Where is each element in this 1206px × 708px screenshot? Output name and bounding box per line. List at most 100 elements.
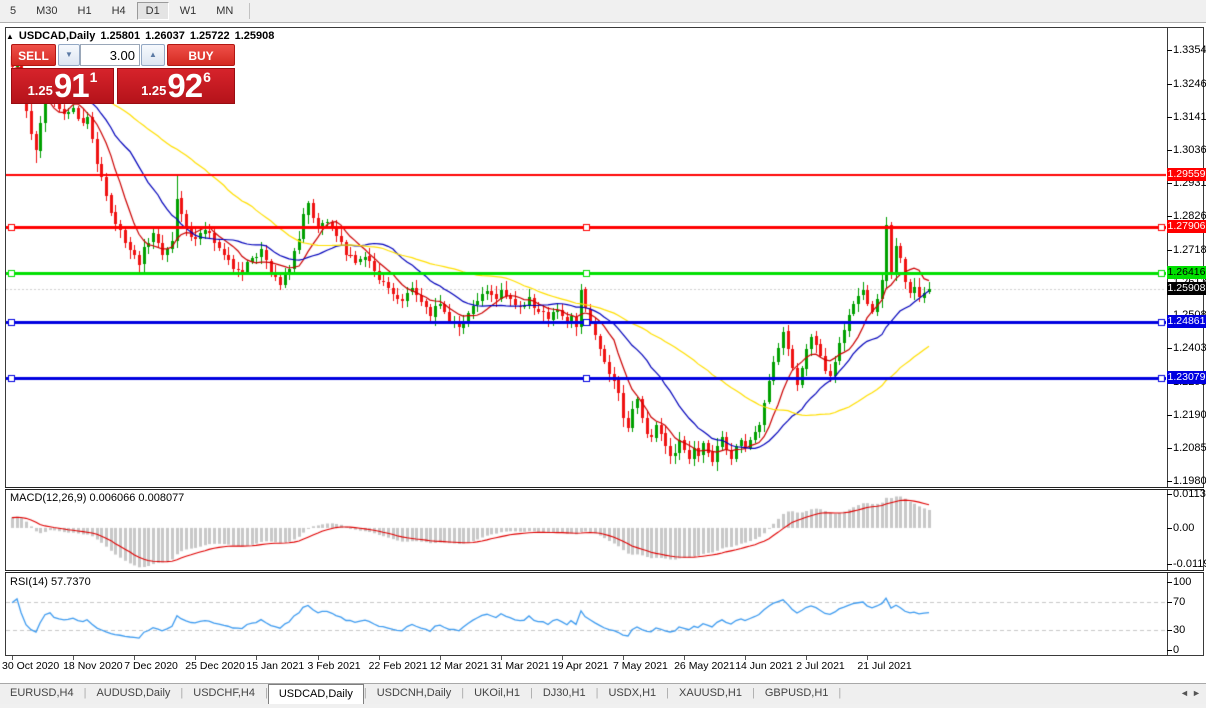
- price-tick-label: 1.21900: [1173, 409, 1206, 421]
- tab-eurusd-h4[interactable]: EURUSD,H4: [0, 684, 84, 705]
- rsi-tick-label: 0: [1173, 644, 1179, 656]
- volume-input[interactable]: [80, 44, 140, 66]
- collapse-one-click-icon[interactable]: ▲: [6, 32, 14, 41]
- price-tick-label: 1.32460: [1173, 78, 1206, 90]
- macd-tick: [1167, 528, 1172, 529]
- time-tick-label: 12 Mar 2021: [430, 660, 489, 672]
- sell-price-pip: 1: [90, 69, 98, 85]
- macd-tick-label: -0.01190: [1173, 558, 1206, 570]
- tab-usdcad-daily[interactable]: USDCAD,Daily: [268, 684, 364, 705]
- macd-tick-label: 0.00: [1173, 522, 1194, 534]
- price-tick: [1167, 50, 1172, 51]
- toolbar-separator: [249, 3, 250, 19]
- rsi-tick: [1167, 650, 1172, 651]
- current-price-badge: 1.25908: [1167, 282, 1206, 295]
- volume-increase-button[interactable]: ▲: [141, 44, 165, 66]
- tab-ukoil-h1[interactable]: UKOil,H1: [464, 684, 530, 705]
- timeframe-button-w1[interactable]: W1: [171, 2, 206, 20]
- tab-dj30-h1[interactable]: DJ30,H1: [533, 684, 596, 705]
- buy-button[interactable]: BUY: [167, 44, 235, 66]
- tab-usdchf-h4[interactable]: USDCHF,H4: [183, 684, 265, 705]
- rsi-tick-label: 100: [1173, 576, 1191, 588]
- price-tick: [1167, 415, 1172, 416]
- time-tick-label: 15 Jan 2021: [246, 660, 304, 672]
- price-tick: [1167, 448, 1172, 449]
- price-tick: [1167, 183, 1172, 184]
- time-tick-label: 7 May 2021: [613, 660, 668, 672]
- ohlc-open: 1.25801: [100, 30, 140, 42]
- price-tick: [1167, 117, 1172, 118]
- tab-separator: |: [838, 684, 841, 705]
- price-level-badge: 1.26416: [1167, 266, 1206, 279]
- terminal-window: 5M30H1H4D1W1MN ▲ USDCAD,Daily 1.25801 1.…: [0, 0, 1206, 708]
- ohlc-low: 1.25722: [190, 30, 230, 42]
- price-tick-label: 1.27180: [1173, 244, 1206, 256]
- tab-usdcnh-daily[interactable]: USDCNH,Daily: [367, 684, 462, 705]
- sell-price-big: 91: [54, 71, 89, 101]
- tab-scroll-right-icon[interactable]: ►: [1192, 689, 1201, 698]
- rsi-label: RSI(14) 57.7370: [10, 576, 91, 588]
- tab-usdx-h1[interactable]: USDX,H1: [598, 684, 666, 705]
- buy-price-big: 92: [167, 71, 202, 101]
- macd-tick: [1167, 494, 1172, 495]
- time-tick-label: 3 Feb 2021: [308, 660, 361, 672]
- volume-decrease-button[interactable]: ▼: [58, 44, 80, 66]
- timeframe-button-h4[interactable]: H4: [103, 2, 135, 20]
- sell-price-prefix: 1.25: [28, 83, 53, 98]
- time-tick-label: 30 Oct 2020: [2, 660, 59, 672]
- buy-price-display[interactable]: 1.25 92 6: [117, 68, 235, 104]
- price-tick-label: 1.24030: [1173, 342, 1206, 354]
- price-tick: [1167, 84, 1172, 85]
- price-tick-label: 1.31410: [1173, 111, 1206, 123]
- time-tick-label: 31 Mar 2021: [491, 660, 550, 672]
- price-tick-label: 1.19800: [1173, 475, 1206, 487]
- price-tick: [1167, 348, 1172, 349]
- price-tick-label: 1.30360: [1173, 144, 1206, 156]
- price-axis-line: [1167, 28, 1168, 655]
- timeframe-button-h1[interactable]: H1: [69, 2, 101, 20]
- timeframe-button-m30[interactable]: M30: [27, 2, 66, 20]
- time-tick-label: 25 Dec 2020: [185, 660, 245, 672]
- sell-button[interactable]: SELL: [11, 44, 56, 66]
- macd-tick: [1167, 564, 1172, 565]
- timeframe-toolbar: 5M30H1H4D1W1MN: [0, 0, 1206, 23]
- price-tick: [1167, 216, 1172, 217]
- timeframe-button-d1[interactable]: D1: [137, 2, 169, 20]
- status-strip: [0, 704, 1206, 708]
- rsi-tick: [1167, 630, 1172, 631]
- rsi-panel-canvas[interactable]: [6, 573, 1166, 655]
- time-tick-label: 21 Jul 2021: [857, 660, 911, 672]
- time-tick-label: 2 Jul 2021: [796, 660, 844, 672]
- buy-price-prefix: 1.25: [141, 83, 166, 98]
- chart-header: ▲ USDCAD,Daily 1.25801 1.26037 1.25722 1…: [6, 30, 274, 42]
- price-tick: [1167, 250, 1172, 251]
- tab-xauusd-h1[interactable]: XAUUSD,H1: [669, 684, 752, 705]
- rsi-tick-label: 30: [1173, 624, 1185, 636]
- buy-price-pip: 6: [203, 69, 211, 85]
- time-tick-label: 22 Feb 2021: [369, 660, 428, 672]
- timeframe-button-5[interactable]: 5: [1, 2, 25, 20]
- price-level-badge: 1.29559: [1167, 168, 1206, 181]
- price-tick-label: 1.20850: [1173, 442, 1206, 454]
- tab-gbpusd-h1[interactable]: GBPUSD,H1: [755, 684, 839, 705]
- rsi-tick-label: 70: [1173, 596, 1185, 608]
- timeframe-button-mn[interactable]: MN: [207, 2, 242, 20]
- tab-audusd-daily[interactable]: AUDUSD,Daily: [86, 684, 180, 705]
- time-tick-label: 19 Apr 2021: [552, 660, 609, 672]
- rsi-tick: [1167, 582, 1172, 583]
- price-tick: [1167, 150, 1172, 151]
- price-level-badge: 1.24861: [1167, 315, 1206, 328]
- macd-tick-label: 0.01135: [1173, 488, 1206, 500]
- macd-label: MACD(12,26,9) 0.006066 0.008077: [10, 492, 184, 504]
- price-level-badge: 1.27906: [1167, 220, 1206, 233]
- time-tick-label: 18 Nov 2020: [63, 660, 123, 672]
- price-tick: [1167, 481, 1172, 482]
- ohlc-close: 1.25908: [235, 30, 275, 42]
- spin-up-icon: ▲: [149, 50, 157, 59]
- tab-scroll-left-icon[interactable]: ◄: [1180, 689, 1189, 698]
- sell-price-display[interactable]: 1.25 91 1: [11, 68, 114, 104]
- rsi-tick: [1167, 602, 1172, 603]
- time-tick-label: 7 Dec 2020: [124, 660, 178, 672]
- spin-down-icon: ▼: [65, 50, 73, 59]
- chart-symbol-title: USDCAD,Daily: [19, 30, 95, 42]
